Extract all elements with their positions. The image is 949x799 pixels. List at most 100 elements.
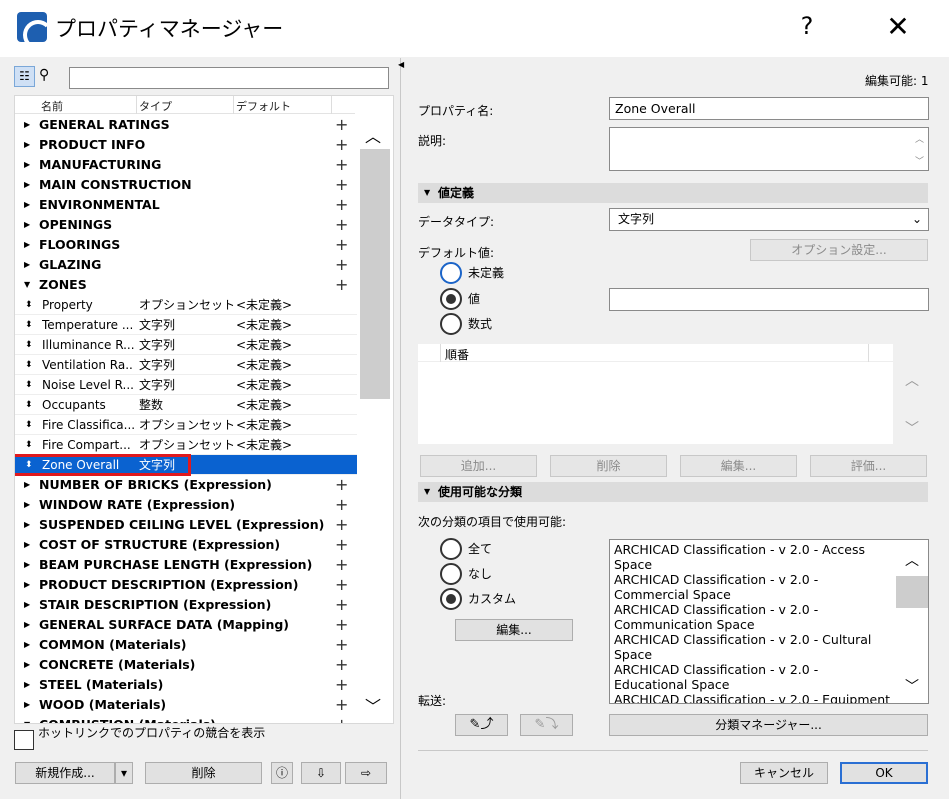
add-property-icon[interactable]: + (335, 635, 348, 655)
list-item[interactable]: ARCHICAD Classification - v 2.0 - Commer… (614, 572, 894, 602)
expand-arrow-icon[interactable]: ▶ (24, 595, 30, 615)
list-item[interactable]: ARCHICAD Classification - v 2.0 - Cultur… (614, 632, 894, 662)
add-property-icon[interactable]: + (335, 215, 348, 235)
radio-undefined[interactable] (440, 262, 462, 284)
info-icon[interactable]: ⓘ (271, 762, 293, 784)
list-item[interactable]: ARCHICAD Classification - v 2.0 - Equipm… (614, 692, 894, 703)
group-row[interactable]: ▶ MANUFACTURING + (15, 155, 357, 175)
expand-arrow-icon[interactable]: ▶ (24, 495, 30, 515)
scroll-up-icon[interactable]: ︿ (365, 123, 381, 147)
group-row[interactable]: ▶ SUSPENDED CEILING LEVEL (Expression) + (15, 515, 357, 535)
add-property-icon[interactable]: + (335, 135, 348, 155)
cancel-button[interactable]: キャンセル (740, 762, 828, 784)
default-value-input[interactable] (609, 288, 929, 311)
group-row[interactable]: ▶ CONCRETE (Materials) + (15, 655, 357, 675)
expand-arrow-icon[interactable]: ▶ (24, 555, 30, 575)
column-type[interactable]: タイプ (139, 98, 172, 114)
property-row[interactable]: ⬍ Property オプションセット <未定義> (15, 295, 357, 315)
add-property-icon[interactable]: + (335, 595, 348, 615)
list-scrollbar[interactable]: ︿ ﹀ (357, 115, 393, 723)
value-definition-section[interactable]: ▼ 値定義 (418, 183, 928, 203)
group-row[interactable]: ▶ MAIN CONSTRUCTION + (15, 175, 357, 195)
search-input[interactable] (69, 67, 389, 89)
collapse-arrow-icon[interactable]: ▼ (24, 275, 30, 295)
delete-button[interactable]: 削除 (145, 762, 262, 784)
classification-scrollbar[interactable]: ︿ ﹀ (896, 540, 928, 703)
scroll-thumb[interactable] (360, 149, 390, 399)
new-dropdown-icon[interactable]: ▾ (115, 762, 133, 784)
property-row[interactable]: ⬍ Ventilation Ra... 文字列 <未定義> (15, 355, 357, 375)
hotlink-conflict-checkbox[interactable] (14, 730, 34, 750)
group-row[interactable]: ▶ STEEL (Materials) + (15, 675, 357, 695)
add-property-icon[interactable]: + (335, 475, 348, 495)
expand-arrow-icon[interactable]: ▶ (24, 475, 30, 495)
expand-arrow-icon[interactable]: ▶ (24, 215, 30, 235)
expand-arrow-icon[interactable]: ▶ (24, 575, 30, 595)
add-button[interactable]: 追加... (420, 455, 537, 477)
property-row[interactable]: ⬍ Fire Compart... オプションセット <未定義> (15, 435, 357, 455)
data-type-select[interactable]: 文字列 ⌄ (609, 208, 929, 231)
option-settings-button[interactable]: オプション設定... (750, 239, 928, 261)
column-name[interactable]: 名前 (41, 98, 63, 114)
property-row[interactable]: ⬍ Illuminance R... 文字列 <未定義> (15, 335, 357, 355)
selected-property-row[interactable]: ⬍ Zone Overall 文字列 (15, 454, 357, 476)
scroll-down-icon[interactable]: ﹀ (905, 676, 919, 696)
group-row[interactable]: ▶ BEAM PURCHASE LENGTH (Expression) + (15, 555, 357, 575)
add-property-icon[interactable]: + (335, 655, 348, 675)
group-row[interactable]: ▶ WOOD (Materials) + (15, 695, 357, 715)
collapse-arrow-icon[interactable]: ▼ (24, 715, 30, 723)
property-row[interactable]: ⬍ Noise Level R... 文字列 <未定義> (15, 375, 357, 395)
expand-arrow-icon[interactable]: ▶ (24, 535, 30, 555)
radio-value[interactable] (440, 288, 462, 310)
classification-manager-button[interactable]: 分類マネージャー... (609, 714, 928, 736)
column-default[interactable]: デフォルト (236, 98, 291, 114)
scroll-down-icon[interactable]: ﹀ (365, 693, 381, 717)
reorder-handle-icon[interactable]: ⬍ (25, 335, 33, 355)
expand-arrow-icon[interactable]: ▶ (24, 135, 30, 155)
expand-arrow-icon[interactable]: ▶ (24, 515, 30, 535)
add-property-icon[interactable]: + (335, 555, 348, 575)
expand-arrow-icon[interactable]: ▶ (24, 635, 30, 655)
expand-arrow-icon[interactable]: ▶ (24, 675, 30, 695)
order-down-icon[interactable]: ﹀ (905, 418, 919, 438)
group-row[interactable]: ▶ WINDOW RATE (Expression) + (15, 495, 357, 515)
add-property-icon[interactable]: + (335, 195, 348, 215)
group-row[interactable]: ▶ STAIR DESCRIPTION (Expression) + (15, 595, 357, 615)
group-row[interactable]: ▶ ENVIRONMENTAL + (15, 195, 357, 215)
list-item[interactable]: ARCHICAD Classification - v 2.0 - Educat… (614, 662, 894, 692)
property-row[interactable]: ⬍ Occupants 整数 <未定義> (15, 395, 357, 415)
group-row[interactable]: ▶ GENERAL SURFACE DATA (Mapping) + (15, 615, 357, 635)
order-list[interactable]: 順番 (418, 344, 893, 444)
radio-formula[interactable] (440, 313, 462, 335)
add-property-icon[interactable]: + (335, 675, 348, 695)
list-item[interactable]: ARCHICAD Classification - v 2.0 - Commun… (614, 602, 894, 632)
add-property-icon[interactable]: + (335, 535, 348, 555)
reorder-handle-icon[interactable]: ⬍ (25, 395, 33, 415)
expand-arrow-icon[interactable]: ▶ (24, 195, 30, 215)
scroll-thumb[interactable] (896, 576, 928, 608)
evaluate-button[interactable]: 評価... (810, 455, 927, 477)
edit-classification-button[interactable]: 編集... (455, 619, 573, 641)
radio-none[interactable] (440, 563, 462, 585)
group-row[interactable]: ▶ OPENINGS + (15, 215, 357, 235)
expand-arrow-icon[interactable]: ▶ (24, 155, 30, 175)
expand-arrow-icon[interactable]: ▶ (24, 235, 30, 255)
expand-arrow-icon[interactable]: ▶ (24, 695, 30, 715)
reorder-handle-icon[interactable]: ⬍ (25, 435, 33, 455)
description-input[interactable]: ︿ ﹀ (609, 127, 929, 171)
scroll-up-icon[interactable]: ︿ (905, 550, 919, 570)
group-row[interactable]: ▶ NUMBER OF BRICKS (Expression) + (15, 475, 357, 495)
panel-divider[interactable] (400, 58, 401, 799)
order-up-icon[interactable]: ︿ (905, 370, 919, 390)
list-item[interactable]: ARCHICAD Classification - v 2.0 - Access… (614, 542, 894, 572)
reorder-handle-icon[interactable]: ⬍ (25, 375, 33, 395)
ok-button[interactable]: OK (840, 762, 928, 784)
add-property-icon[interactable]: + (335, 235, 348, 255)
help-button[interactable]: ? (795, 12, 819, 40)
add-property-icon[interactable]: + (335, 175, 348, 195)
radio-custom[interactable] (440, 588, 462, 610)
expand-arrow-icon[interactable]: ▶ (24, 175, 30, 195)
group-row[interactable]: ▶ GENERAL RATINGS + (15, 115, 357, 135)
add-property-icon[interactable]: + (335, 495, 348, 515)
reorder-handle-icon[interactable]: ⬍ (25, 295, 33, 315)
